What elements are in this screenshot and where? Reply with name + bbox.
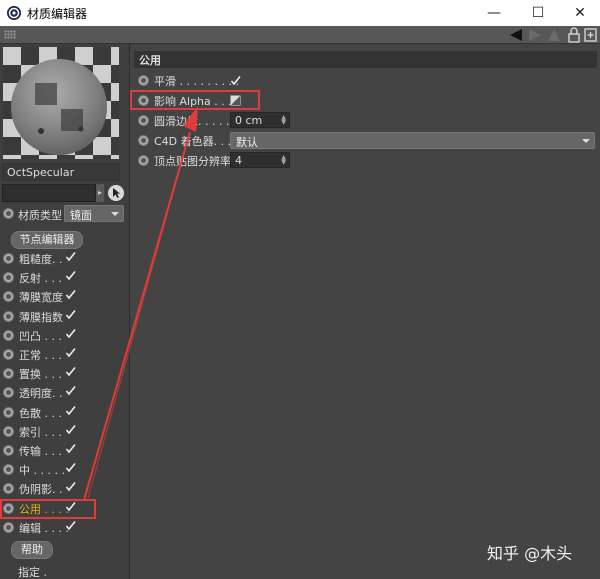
watermark: 知乎 @木头 — [487, 544, 573, 563]
annotation-arrow — [83, 106, 198, 501]
